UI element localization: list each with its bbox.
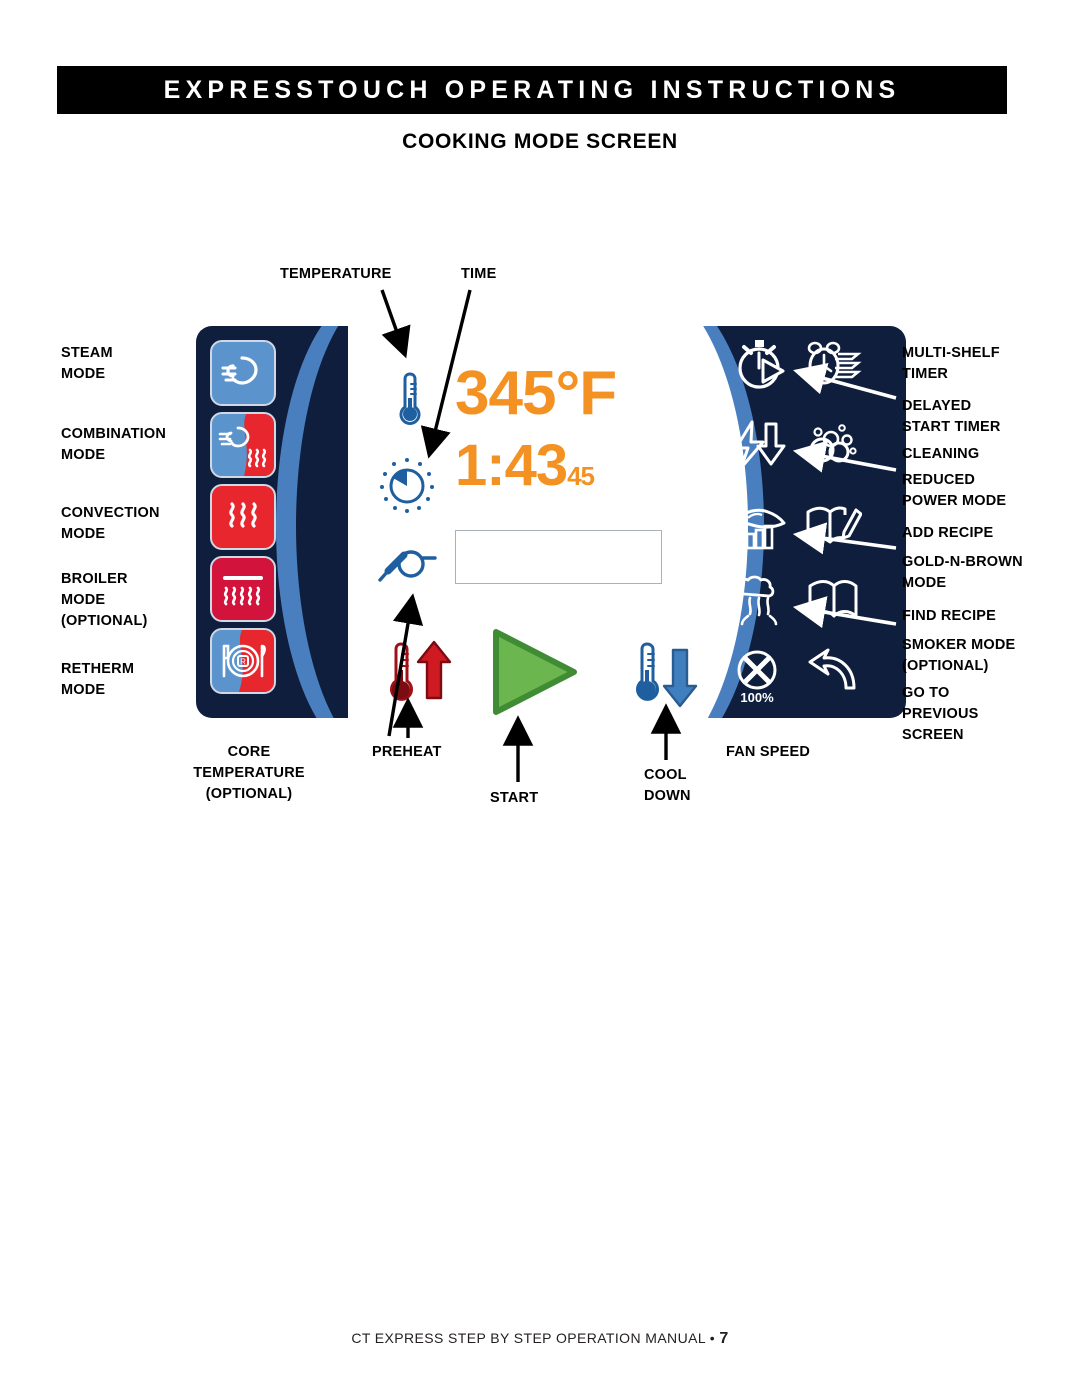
steam-icon [221, 356, 258, 385]
delayed-start-timer-icon[interactable] [730, 338, 790, 392]
convection-icon [229, 502, 257, 528]
label-time: TIME [461, 266, 497, 282]
add-recipe-icon[interactable] [802, 498, 863, 552]
preheat-button[interactable] [386, 636, 458, 719]
label-delayed-start-timer: DELAYED START TIMER [902, 398, 1001, 435]
manual-page: EXPRESSTOUCH OPERATING INSTRUCTIONS COOK… [0, 0, 1080, 1397]
label-broiler-mode: BROILER MODE (OPTIONAL) [61, 571, 148, 629]
fan-speed-value: 100% [740, 690, 774, 705]
broiler-mode-button[interactable] [210, 556, 276, 622]
right-function-panel: 100% [690, 326, 906, 718]
page-header-title: EXPRESSTOUCH OPERATING INSTRUCTIONS [163, 75, 901, 104]
label-reduced-power-mode: REDUCED POWER MODE [902, 472, 1007, 509]
label-add-recipe: ADD RECIPE [902, 525, 994, 541]
combination-icon [218, 414, 274, 476]
gold-n-brown-mode-icon[interactable] [730, 498, 790, 552]
page-header-bar: EXPRESSTOUCH OPERATING INSTRUCTIONS [57, 66, 1007, 114]
label-combination-mode: COMBINATION MODE [61, 426, 167, 463]
footer-text: CT EXPRESS STEP BY STEP OPERATION MANUAL… [351, 1330, 720, 1346]
temperature-value: 345°F [455, 359, 617, 428]
multi-shelf-timer-icon[interactable] [802, 338, 862, 392]
label-steam-mode: STEAM MODE [61, 345, 113, 382]
go-to-previous-screen-icon[interactable] [802, 646, 862, 700]
find-recipe-icon[interactable] [802, 574, 862, 628]
time-value: 1:43 [455, 433, 568, 498]
retherm-icon: R [222, 630, 274, 692]
label-find-recipe: FIND RECIPE [902, 608, 997, 624]
svg-text:R: R [240, 658, 246, 667]
footer-page-number: 7 [719, 1330, 729, 1347]
cool-down-button[interactable] [632, 636, 704, 719]
time-value-group: 1:4345 [455, 437, 616, 505]
time-dial-icon [378, 456, 436, 519]
cleaning-icon[interactable] [802, 418, 862, 472]
label-go-to-previous-screen: GO TO PREVIOUS SCREEN [902, 685, 979, 743]
fan-speed-icon[interactable]: 100% [730, 646, 790, 705]
label-gold-n-brown-mode: GOLD-N-BROWN MODE [902, 554, 1023, 591]
left-mode-panel: R [196, 326, 348, 718]
retherm-mode-button[interactable]: R [210, 628, 276, 694]
convection-mode-button[interactable] [210, 484, 276, 550]
label-cleaning: CLEANING [902, 446, 980, 462]
start-button[interactable] [488, 626, 584, 723]
broiler-icon [223, 576, 263, 606]
label-multi-shelf-timer: MULTI-SHELF TIMER [902, 345, 1000, 382]
time-seconds-value: 45 [567, 461, 595, 491]
reduced-power-mode-icon[interactable] [730, 418, 790, 472]
label-start: START [490, 790, 539, 806]
temperature-thermometer-icon [390, 368, 430, 435]
label-temperature: TEMPERATURE [280, 266, 392, 282]
cooking-readout: 345°F 1:4345 [455, 359, 617, 505]
smoker-mode-icon[interactable] [730, 574, 790, 628]
core-temperature-probe-icon[interactable] [378, 542, 440, 593]
label-fan-speed: FAN SPEED [726, 744, 810, 760]
recipe-name-display-box [455, 530, 662, 584]
label-smoker-mode: SMOKER MODE (OPTIONAL) [902, 637, 1016, 674]
label-core-temperature: CORE TEMPERATURE (OPTIONAL) [193, 744, 305, 802]
label-convection-mode: CONVECTION MODE [61, 505, 160, 542]
label-preheat: PREHEAT [372, 744, 442, 760]
page-footer: CT EXPRESS STEP BY STEP OPERATION MANUAL… [0, 1330, 1080, 1348]
label-retherm-mode: RETHERM MODE [61, 661, 135, 698]
combination-mode-button[interactable] [210, 412, 276, 478]
steam-mode-button[interactable] [210, 340, 276, 406]
page-subtitle: COOKING MODE SCREEN [402, 130, 678, 153]
label-cool-down: COOL DOWN [644, 767, 691, 804]
